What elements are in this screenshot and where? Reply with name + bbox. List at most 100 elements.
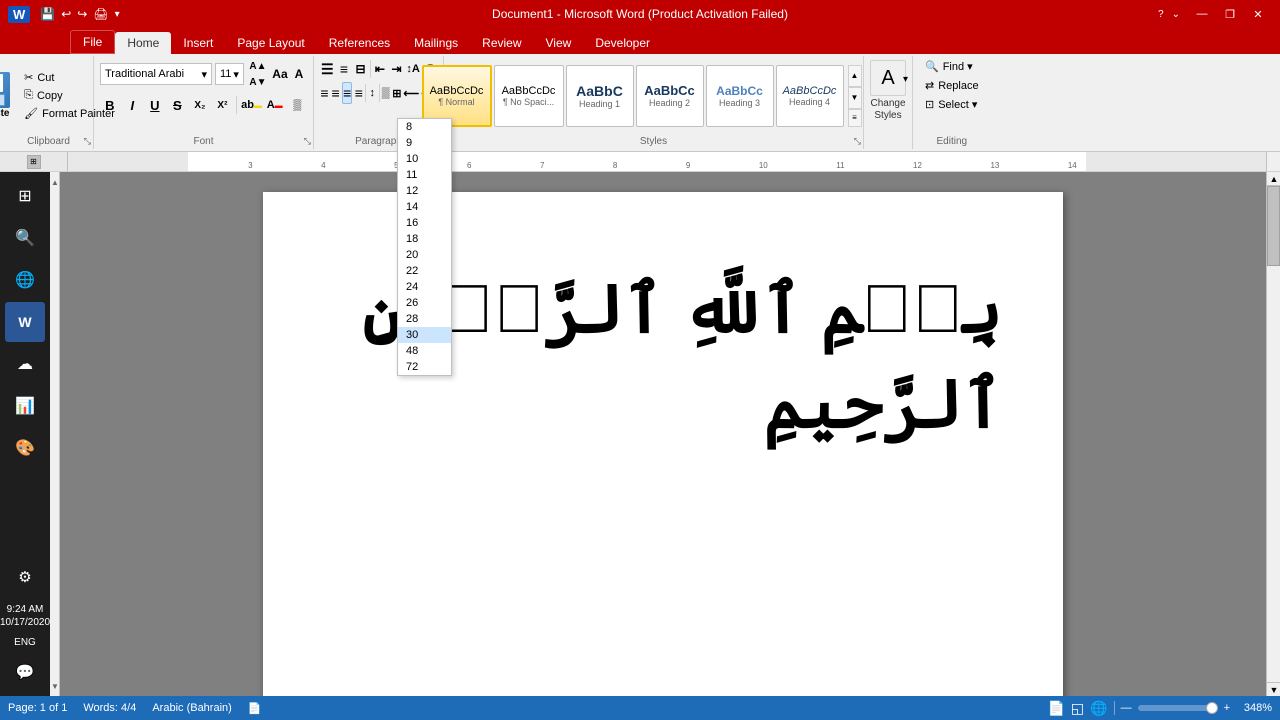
- sidebar-word-icon[interactable]: W: [5, 302, 45, 342]
- size-option-24[interactable]: 24: [398, 279, 451, 295]
- text-highlight-btn[interactable]: ab▬: [241, 94, 262, 116]
- align-left-btn[interactable]: ≡: [320, 82, 329, 104]
- sidebar-chat-icon[interactable]: 💬: [5, 652, 45, 692]
- scroll-down-btn[interactable]: ▼: [1267, 682, 1280, 696]
- tab-review[interactable]: Review: [470, 32, 533, 54]
- increase-indent-btn[interactable]: ⇥: [389, 58, 404, 80]
- quick-dropdown-btn[interactable]: ▾: [115, 9, 120, 20]
- style-no-spacing[interactable]: AaBbCcDc ¶ No Spaci...: [494, 65, 564, 127]
- zoom-level[interactable]: 348%: [1236, 702, 1272, 714]
- clear-formatting-btn[interactable]: Aa: [272, 63, 288, 85]
- close-btn[interactable]: ✕: [1244, 4, 1272, 24]
- style-heading4[interactable]: AaBbCcDc Heading 4: [776, 65, 844, 127]
- text-effects-btn[interactable]: A: [291, 63, 307, 85]
- sidebar-art-icon[interactable]: 🎨: [5, 428, 45, 468]
- size-option-22[interactable]: 22: [398, 263, 451, 279]
- bullets-btn[interactable]: ☰: [320, 58, 335, 80]
- tab-references[interactable]: References: [317, 32, 402, 54]
- minimize-btn[interactable]: —: [1188, 4, 1216, 24]
- font-name-selector[interactable]: Traditional Arabi ▾: [100, 63, 212, 85]
- size-option-30[interactable]: 30: [398, 327, 451, 343]
- zoom-in-btn[interactable]: +: [1224, 702, 1230, 714]
- tab-developer[interactable]: Developer: [583, 32, 662, 54]
- language-icon[interactable]: 📄: [248, 702, 262, 715]
- select-button[interactable]: ⊡ Select ▾: [919, 96, 985, 113]
- change-styles-button[interactable]: A ChangeStyles ▾: [864, 56, 913, 149]
- rtl-btn[interactable]: ⟵: [403, 82, 419, 104]
- styles-scroll-down-btn[interactable]: ▼: [848, 87, 862, 109]
- subscript-btn[interactable]: X₂: [190, 94, 210, 116]
- underline-btn[interactable]: U: [145, 94, 165, 116]
- shading-para-btn[interactable]: ▒: [381, 82, 390, 104]
- size-option-18[interactable]: 18: [398, 231, 451, 247]
- replace-button[interactable]: ⇄ Replace: [919, 77, 985, 94]
- shading-btn[interactable]: ▒: [287, 94, 307, 116]
- justify-btn[interactable]: ≡: [354, 82, 363, 104]
- multilevel-list-btn[interactable]: ⊟: [353, 58, 368, 80]
- size-option-72[interactable]: 72: [398, 359, 451, 375]
- tab-file[interactable]: File: [70, 30, 115, 54]
- decrease-indent-btn[interactable]: ⇤: [373, 58, 388, 80]
- style-heading2[interactable]: AaBbCc Heading 2: [636, 65, 704, 127]
- quick-undo-btn[interactable]: ↩: [61, 7, 71, 21]
- quick-save-btn[interactable]: 💾: [40, 7, 55, 21]
- size-option-10[interactable]: 10: [398, 151, 451, 167]
- tab-view[interactable]: View: [534, 32, 584, 54]
- numbered-list-btn[interactable]: ≡: [337, 58, 352, 80]
- scroll-up-page-btn[interactable]: ▲: [50, 172, 60, 192]
- style-heading3[interactable]: AaBbCc Heading 3: [706, 65, 774, 127]
- tab-page-layout[interactable]: Page Layout: [225, 32, 316, 54]
- document-canvas[interactable]: بِسۡمِ ٱللَّهِ ٱلرَّحۡمَٰنِ ٱلرَّحِيمِ: [60, 172, 1266, 696]
- scroll-up-btn[interactable]: ▲: [1267, 172, 1280, 186]
- tab-mailings[interactable]: Mailings: [402, 32, 470, 54]
- find-button[interactable]: 🔍 Find ▾: [919, 58, 985, 75]
- sidebar-start-icon[interactable]: ⊞: [5, 176, 45, 216]
- size-option-26[interactable]: 26: [398, 295, 451, 311]
- size-option-20[interactable]: 20: [398, 247, 451, 263]
- sidebar-excel-icon[interactable]: 📊: [5, 386, 45, 426]
- size-option-14[interactable]: 14: [398, 199, 451, 215]
- ribbon-toggle-btn[interactable]: ⌄: [1172, 9, 1180, 20]
- scroll-down-page-btn[interactable]: ▼: [50, 676, 60, 696]
- strikethrough-btn[interactable]: S: [168, 94, 188, 116]
- styles-more-btn[interactable]: ≡: [848, 109, 862, 127]
- tab-insert[interactable]: Insert: [171, 32, 225, 54]
- help-btn[interactable]: ?: [1158, 9, 1164, 20]
- superscript-btn[interactable]: X²: [213, 94, 233, 116]
- borders-btn[interactable]: ⊞: [392, 82, 401, 104]
- maximize-btn[interactable]: ❐: [1216, 4, 1244, 24]
- view-fullscreen-btn[interactable]: ◱: [1071, 700, 1084, 717]
- size-option-8[interactable]: 8: [398, 119, 451, 135]
- font-expand-btn[interactable]: ⤡: [304, 136, 311, 147]
- size-option-11[interactable]: 11: [398, 167, 451, 183]
- clipboard-expand-btn[interactable]: ⤡: [84, 136, 91, 147]
- size-option-48[interactable]: 48: [398, 343, 451, 359]
- styles-expand-btn[interactable]: ⤡: [854, 136, 861, 147]
- align-center-btn[interactable]: ≡: [331, 82, 340, 104]
- zoom-thumb[interactable]: [1206, 702, 1218, 714]
- view-ruler-btn[interactable]: ⊞: [27, 155, 41, 169]
- align-right-btn[interactable]: ≡: [342, 82, 352, 104]
- bold-btn[interactable]: B: [100, 94, 120, 116]
- styles-scroll-up-btn[interactable]: ▲: [848, 65, 862, 87]
- line-spacing-btn[interactable]: ↕: [368, 82, 377, 104]
- view-web-btn[interactable]: 🌐: [1090, 700, 1107, 717]
- font-size-selector[interactable]: 11 ▾: [215, 63, 244, 85]
- zoom-out-btn[interactable]: —: [1121, 702, 1132, 714]
- view-layout-btn[interactable]: 📄: [1047, 700, 1064, 717]
- zoom-slider[interactable]: [1138, 705, 1218, 711]
- sidebar-settings-icon[interactable]: ⚙: [5, 557, 45, 597]
- style-heading1[interactable]: AaBbC Heading 1: [566, 65, 634, 127]
- increase-font-btn[interactable]: A▲: [247, 58, 269, 74]
- size-option-9[interactable]: 9: [398, 135, 451, 151]
- sidebar-cloud-icon[interactable]: ☁: [5, 344, 45, 384]
- sidebar-search-icon[interactable]: 🔍: [5, 218, 45, 258]
- font-color-btn[interactable]: A▬: [265, 94, 285, 116]
- quick-redo-btn[interactable]: ↪: [77, 7, 87, 21]
- size-option-12[interactable]: 12: [398, 183, 451, 199]
- decrease-font-btn[interactable]: A▼: [247, 74, 269, 90]
- paste-button[interactable]: Paste: [0, 70, 16, 121]
- scroll-thumb[interactable]: [1267, 186, 1280, 266]
- size-option-28[interactable]: 28: [398, 311, 451, 327]
- quick-print-btn[interactable]: 🖨: [93, 7, 108, 21]
